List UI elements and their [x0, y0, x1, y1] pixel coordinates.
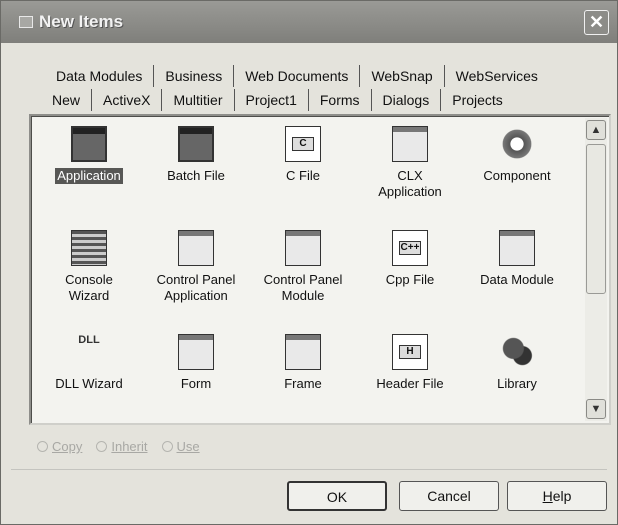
- item-application[interactable]: Application: [37, 126, 141, 230]
- form-icon: [178, 334, 214, 370]
- item-label: Batch File: [167, 168, 225, 183]
- radio-copy[interactable]: Copy: [37, 439, 82, 454]
- radio-label: Inherit: [111, 439, 148, 454]
- item-batch-file[interactable]: Batch File: [144, 126, 248, 230]
- help-button[interactable]: Help: [507, 481, 607, 511]
- tab-projects[interactable]: Projects: [441, 89, 514, 111]
- frame-icon: [285, 334, 321, 370]
- item-label: CLX Application: [378, 168, 442, 199]
- tab-new[interactable]: New: [41, 89, 93, 111]
- tab-forms[interactable]: Forms: [309, 89, 372, 111]
- item-form[interactable]: Form: [144, 334, 248, 434]
- item-component[interactable]: Component: [465, 126, 569, 230]
- radio-label: Use: [176, 439, 200, 454]
- close-button[interactable]: ✕: [584, 10, 609, 35]
- scroll-down-button[interactable]: ▼: [586, 399, 606, 419]
- item-label: Control Panel Module: [263, 272, 343, 303]
- item-label: Header File: [376, 376, 444, 391]
- item-clx-application[interactable]: CLX Application: [358, 126, 462, 230]
- c-file-icon-text: C: [292, 137, 314, 151]
- tab-row-front: New ActiveX Multitier Project1 Forms Dia…: [41, 89, 514, 111]
- tab-activex[interactable]: ActiveX: [92, 89, 163, 111]
- data-module-icon: [499, 230, 535, 266]
- dll-wizard-icon: DLL: [78, 334, 100, 346]
- help-mnemonic: H: [542, 488, 553, 504]
- tab-dialogs[interactable]: Dialogs: [372, 89, 442, 111]
- tab-row-back: Data Modules Business Web Documents WebS…: [45, 65, 549, 87]
- dialog-title: New Items: [39, 12, 124, 31]
- item-label: DLL Wizard: [55, 376, 123, 391]
- item-library[interactable]: Library: [465, 334, 569, 434]
- item-dll-wizard[interactable]: DLL DLL Wizard: [37, 334, 141, 434]
- tab-websnap[interactable]: WebSnap: [360, 65, 445, 87]
- item-label: Form: [180, 376, 212, 391]
- tab-web-documents[interactable]: Web Documents: [234, 65, 361, 87]
- tab-project1[interactable]: Project1: [235, 89, 309, 111]
- item-control-panel-application[interactable]: Control Panel Application: [144, 230, 248, 334]
- radio-dot: [161, 441, 173, 452]
- clx-application-icon: [392, 126, 428, 162]
- scroll-up-button[interactable]: ▲: [586, 120, 606, 140]
- item-data-module[interactable]: Data Module: [465, 230, 569, 334]
- radio-inherit[interactable]: Inherit: [96, 439, 148, 454]
- title-bar[interactable]: New Items ✕: [1, 1, 617, 43]
- item-mode-options: Copy Inherit Use: [37, 439, 200, 454]
- component-gear-icon: [499, 126, 535, 162]
- control-panel-application-icon: [178, 230, 214, 266]
- cancel-button[interactable]: Cancel: [399, 481, 499, 511]
- item-label: Application: [55, 168, 123, 184]
- library-icon: [499, 334, 535, 370]
- radio-label: Copy: [52, 439, 83, 454]
- help-label-rest: elp: [552, 488, 572, 504]
- tab-business[interactable]: Business: [154, 65, 235, 87]
- item-label: Console Wizard: [65, 272, 113, 303]
- vertical-scrollbar[interactable]: ▲ ▼: [585, 118, 607, 421]
- control-panel-module-icon: [285, 230, 321, 266]
- item-header-file[interactable]: H Header File: [358, 334, 462, 434]
- cpp-file-icon-text: C++: [399, 241, 421, 255]
- scroll-thumb[interactable]: [586, 144, 606, 294]
- item-label: Component: [483, 168, 551, 183]
- tab-multitier[interactable]: Multitier: [162, 89, 235, 111]
- divider: [11, 469, 607, 470]
- header-file-icon: H: [392, 334, 428, 370]
- item-cpp-file[interactable]: C++ Cpp File: [358, 230, 462, 334]
- app-icon: [19, 16, 33, 28]
- item-label: Data Module: [480, 272, 554, 287]
- radio-use[interactable]: Use: [161, 439, 200, 454]
- application-icon: [71, 126, 107, 162]
- item-label: C File: [286, 168, 320, 183]
- item-frame[interactable]: Frame: [251, 334, 355, 434]
- items-list-view: Application Batch File C C File CLX Appl…: [29, 114, 611, 425]
- tab-data-modules[interactable]: Data Modules: [45, 65, 155, 87]
- item-console-wizard[interactable]: Console Wizard: [37, 230, 141, 334]
- ok-button[interactable]: OK: [287, 481, 387, 511]
- cpp-file-icon: C++: [392, 230, 428, 266]
- item-label: Cpp File: [385, 272, 435, 287]
- console-wizard-icon: [71, 230, 107, 266]
- header-file-icon-text: H: [399, 345, 421, 359]
- item-label: Library: [497, 376, 537, 391]
- radio-dot: [37, 441, 48, 452]
- c-file-icon: C: [285, 126, 321, 162]
- radio-dot: [96, 441, 108, 452]
- tab-webservices[interactable]: WebServices: [445, 65, 549, 87]
- item-label: Frame: [284, 376, 322, 391]
- item-label: Control Panel Application: [156, 272, 236, 303]
- batch-file-icon: [178, 126, 214, 162]
- item-control-panel-module[interactable]: Control Panel Module: [251, 230, 355, 334]
- item-c-file[interactable]: C C File: [251, 126, 355, 230]
- new-items-dialog: New Items ✕ Data Modules Business Web Do…: [0, 0, 618, 525]
- items-grid: Application Batch File C C File CLX Appl…: [31, 116, 581, 423]
